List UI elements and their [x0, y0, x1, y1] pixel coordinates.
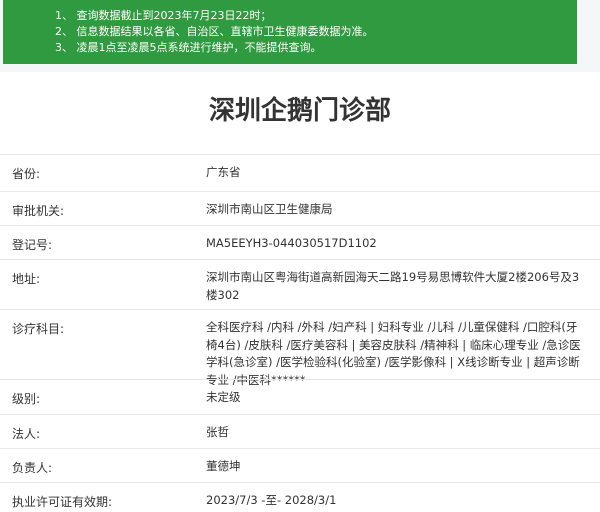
notice-banner: 1、 查询数据截止到2023年7月23日22时； 2、 信息数据结果以各省、自治…: [3, 0, 577, 64]
field-label: 负责人:: [12, 461, 53, 475]
field-label: 执业许可证有效期:: [12, 495, 113, 509]
field-row-person-in-charge: 负责人: 董德坤: [0, 448, 600, 482]
field-label: 地址:: [12, 272, 41, 286]
field-row-province: 省份: 广东省: [0, 154, 600, 191]
field-value: 深圳市南山区卫生健康局: [206, 202, 333, 216]
field-row-approval-authority: 审批机关: 深圳市南山区卫生健康局: [0, 191, 600, 225]
field-value: MA5EEYH3-044030517D1102: [206, 236, 377, 250]
notice-line-2: 2、 信息数据结果以各省、自治区、直辖市卫生健康委数据为准。: [55, 25, 374, 38]
field-value: 未定级: [206, 390, 241, 404]
clinic-info-card: 深圳企鹅门诊部 省份: 广东省 审批机关: 深圳市南山区卫生健康局 登记号: M…: [0, 72, 600, 512]
field-row-address: 地址: 深圳市南山区粤海街道高新园海天二路19号易思博软件大厦2楼206号及3楼…: [0, 259, 600, 309]
field-row-medical-subjects: 诊疗科目: 全科医疗科 /内科 /外科 /妇产科 | 妇科专业 /儿科 /儿童保…: [0, 309, 600, 387]
field-row-legal-person: 法人: 张哲: [0, 414, 600, 448]
field-row-level: 级别: 未定级: [0, 379, 600, 414]
field-label: 法人:: [12, 427, 41, 441]
notice-line-1: 1、 查询数据截止到2023年7月23日22时；: [55, 9, 272, 22]
field-value: 2023/7/3 -至- 2028/3/1: [206, 493, 337, 507]
field-value: 广东省: [206, 165, 241, 179]
field-value: 深圳市南山区粤海街道高新园海天二路19号易思博软件大厦2楼206号及3楼302: [206, 270, 580, 302]
field-row-license-validity: 执业许可证有效期: 2023/7/3 -至- 2028/3/1: [0, 482, 600, 512]
field-label: 登记号:: [12, 238, 53, 252]
field-label: 诊疗科目:: [12, 322, 65, 336]
field-value: 张哲: [206, 425, 229, 439]
field-label: 级别:: [12, 392, 41, 406]
field-row-registration-number: 登记号: MA5EEYH3-044030517D1102: [0, 225, 600, 259]
page-title: 深圳企鹅门诊部: [208, 96, 391, 126]
notice-line-3: 3、 凌晨1点至凌晨5点系统进行维护，不能提供查询。: [55, 41, 322, 54]
field-label: 省份:: [12, 167, 41, 181]
field-value: 董德坤: [206, 459, 241, 473]
field-label: 审批机关:: [12, 204, 65, 218]
